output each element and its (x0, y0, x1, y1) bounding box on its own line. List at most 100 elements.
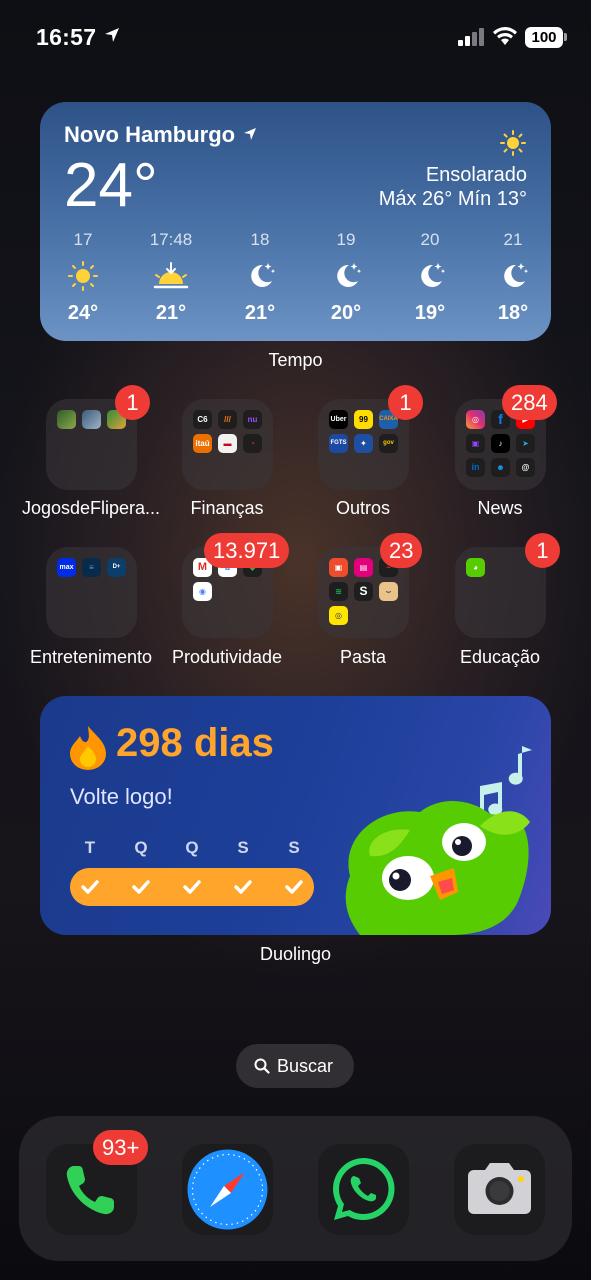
linkedin-icon: in (466, 458, 485, 477)
hour-label: 21 (503, 230, 523, 249)
duolingo-widget[interactable]: 298 dias Volte logo! T Q Q S S (40, 696, 551, 935)
weekday-labels: T Q Q S S (70, 838, 345, 862)
safari-compass-icon (187, 1149, 268, 1230)
streaming-app-icon: ≡ (82, 558, 101, 577)
wifi-icon (493, 27, 517, 45)
bradesco-icon: ◔ (243, 434, 262, 453)
folder-badge: 1 (115, 385, 150, 420)
whatsapp-icon (333, 1158, 395, 1220)
hour-temp: 18° (497, 302, 529, 324)
hour-temp: 20° (330, 302, 362, 324)
cellular-signal-icon (458, 28, 484, 46)
hour-item: 17 24° (43, 230, 123, 325)
hourly-forecast: 17 24° 17:48 21° 18 21° 19 20° 20 19° 21… (40, 230, 551, 330)
duolingo-message: Volte logo! (70, 784, 173, 809)
moon-stars-icon (337, 263, 362, 287)
shopping-app-icon: ▤ (354, 558, 373, 577)
search-button[interactable]: Buscar (236, 1044, 354, 1088)
weather-temperature: 24° (64, 151, 158, 220)
max-icon: max (57, 558, 76, 577)
status-bar: 16:57 100 (0, 22, 591, 54)
location-arrow-icon (244, 128, 256, 140)
google-chrome-icon: ◉ (193, 582, 212, 601)
nubank-icon: nu (243, 410, 262, 429)
hour-item: 17:48 21° (131, 230, 211, 325)
tiktok-icon: ♪ (491, 434, 510, 453)
status-time: 16:57 (36, 24, 97, 50)
weather-widget[interactable]: Novo Hamburgo 24° Ensolarado Máx 26° Mín… (40, 102, 551, 341)
shopee-icon: ▣ (329, 558, 348, 577)
sunset-icon (153, 262, 189, 289)
hour-label: 20 (420, 230, 440, 249)
game-app-icon (82, 410, 101, 429)
weekday-label: T (84, 838, 96, 857)
folder-label: Outros (335, 498, 391, 518)
hour-label: 17:48 (149, 230, 193, 249)
hour-item: 18 21° (220, 230, 300, 325)
folder-financas[interactable]: C6 /// nu itaú ▬ ◔ (182, 399, 273, 490)
folder-label: Produtividade (171, 647, 283, 667)
hour-item: 20 19° (390, 230, 470, 325)
shazam-icon: S (354, 582, 373, 601)
weekday-label: S (237, 838, 249, 857)
moon-stars-icon (504, 263, 529, 287)
location-arrow-icon (105, 28, 119, 42)
folder-label: Educação (459, 647, 541, 667)
battery-tip (564, 33, 567, 41)
checkmark-icon (132, 880, 150, 894)
folder-badge: 13.971 (204, 533, 290, 568)
hour-temp: 21° (155, 302, 187, 324)
hour-temp: 19° (414, 302, 446, 324)
inter-bank-icon: /// (218, 410, 237, 429)
folder-label: Finanças (190, 498, 264, 518)
moon-stars-icon (421, 263, 446, 287)
spotify-icon: ≋ (329, 582, 348, 601)
safari-app[interactable] (182, 1144, 273, 1235)
mercado-pago-icon: ▬ (218, 434, 237, 453)
weather-range: Máx 26° Mín 13° (378, 188, 527, 210)
folder-entretenimento[interactable]: max ≡ D+ (46, 547, 137, 638)
weekday-label: S (288, 838, 300, 857)
folder-label: Pasta (339, 647, 387, 667)
folder-badge: 1 (525, 533, 560, 568)
camera-icon (468, 1163, 531, 1214)
gov-br-icon: gov (379, 434, 398, 453)
whatsapp-app[interactable] (318, 1144, 409, 1235)
itau-icon: itaú (193, 434, 212, 453)
sun-icon (68, 261, 98, 291)
search-icon (254, 1058, 270, 1074)
hour-label: 18 (250, 230, 270, 249)
folder-badge: 284 (502, 385, 557, 420)
weekday-label: Q (185, 838, 199, 857)
folder-badge: 1 (388, 385, 423, 420)
checkmark-icon (285, 880, 303, 894)
telegram-icon: ➤ (516, 434, 535, 453)
moon-stars-icon (251, 263, 276, 287)
folder-label: JogosdeFlipera... (21, 498, 161, 518)
sun-icon (500, 130, 526, 156)
hour-item: 19 20° (306, 230, 386, 325)
bluesky-icon: ☻ (491, 458, 510, 477)
duolingo-widget-label: Duolingo (259, 944, 332, 964)
ninety-nine-icon: 99 (354, 410, 373, 429)
weather-widget-label: Tempo (268, 350, 323, 370)
uber-icon: Uber (329, 410, 348, 429)
phone-badge: 93+ (93, 1130, 149, 1165)
folder-label: Entretenimento (29, 647, 153, 667)
gov-app-icon: ✦ (354, 434, 373, 453)
camera-app[interactable] (454, 1144, 545, 1235)
instagram-icon: ◎ (466, 410, 485, 429)
folder-label: News (477, 498, 523, 518)
hour-label: 17 (73, 230, 93, 249)
checkmark-icon (81, 880, 99, 894)
hour-temp: 21° (244, 302, 276, 324)
flame-icon (70, 726, 106, 770)
battery-indicator: 100 (525, 27, 563, 48)
hour-item: 21 18° (473, 230, 551, 325)
game-app-icon (57, 410, 76, 429)
mercado-livre-icon: ◎ (329, 606, 348, 625)
weather-city: Novo Hamburgo (64, 122, 236, 147)
hour-temp: 24° (67, 302, 99, 324)
twitch-icon: ▣ (466, 434, 485, 453)
weekday-label: Q (134, 838, 148, 857)
